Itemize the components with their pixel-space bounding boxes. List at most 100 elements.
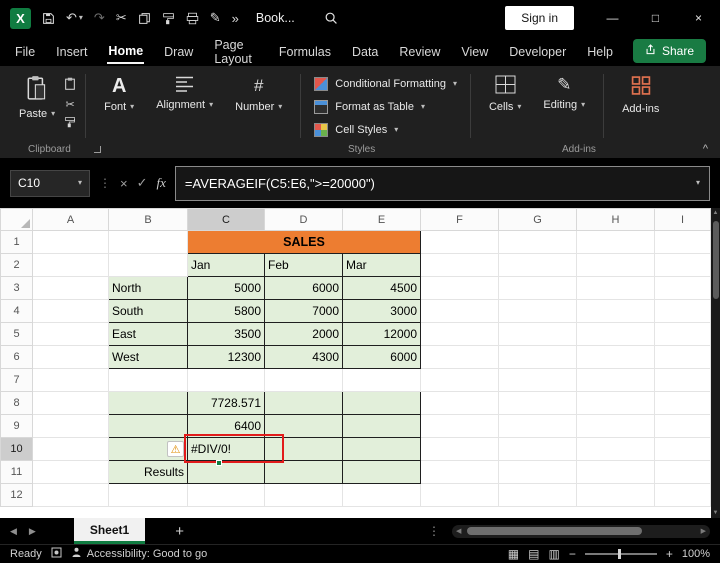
scroll-left-icon[interactable]: ◀: [456, 527, 461, 535]
row-header-2[interactable]: 2: [0, 253, 33, 277]
collapse-ribbon-chevron[interactable]: ^: [703, 143, 708, 155]
cell-I5[interactable]: [654, 322, 711, 346]
cell-A4[interactable]: [32, 299, 109, 323]
cell-D3[interactable]: 6000: [264, 276, 343, 300]
cell-A11[interactable]: [32, 460, 109, 484]
cell-H11[interactable]: [576, 460, 655, 484]
cell-I3[interactable]: [654, 276, 711, 300]
sheet-tab-sheet1[interactable]: Sheet1: [73, 518, 146, 544]
cell-F6[interactable]: [420, 345, 499, 369]
cell-I4[interactable]: [654, 299, 711, 323]
cell-B12[interactable]: [108, 483, 188, 507]
cell-B4[interactable]: South: [108, 299, 188, 323]
tab-page-layout[interactable]: Page Layout: [213, 32, 259, 70]
cell-I8[interactable]: [654, 391, 711, 415]
row-header-4[interactable]: 4: [0, 299, 33, 323]
cell-E4[interactable]: 3000: [342, 299, 421, 323]
cell-F8[interactable]: [420, 391, 499, 415]
cell-G6[interactable]: [498, 345, 577, 369]
search-icon[interactable]: [324, 11, 338, 25]
cell-C5[interactable]: 3500: [187, 322, 265, 346]
cell-G2[interactable]: [498, 253, 577, 277]
cell-I10[interactable]: [654, 437, 711, 461]
cell-D11[interactable]: [264, 460, 343, 484]
tab-view[interactable]: View: [460, 39, 489, 63]
page-layout-view-icon[interactable]: ▤: [528, 547, 539, 561]
cell-C7[interactable]: [187, 368, 265, 392]
close-button[interactable]: ×: [677, 0, 720, 36]
pen-icon[interactable]: ✎: [210, 10, 221, 26]
cell-A6[interactable]: [32, 345, 109, 369]
col-header-E[interactable]: E: [342, 208, 421, 231]
zoom-slider-thumb[interactable]: [617, 549, 621, 559]
cell-G10[interactable]: [498, 437, 577, 461]
col-header-A[interactable]: A: [32, 208, 109, 231]
cell-A8[interactable]: [32, 391, 109, 415]
sheet-nav-left-icon[interactable]: ◀: [10, 526, 17, 537]
cell-I6[interactable]: [654, 345, 711, 369]
cell-C6[interactable]: 12300: [187, 345, 265, 369]
add-ins-button[interactable]: Add-ins: [613, 72, 668, 118]
cell-B1[interactable]: [108, 230, 188, 254]
cell-E7[interactable]: [342, 368, 421, 392]
cell-C4[interactable]: 5800: [187, 299, 265, 323]
zoom-slider[interactable]: [584, 549, 657, 559]
cell-F5[interactable]: [420, 322, 499, 346]
fill-handle[interactable]: [216, 460, 222, 466]
tab-draw[interactable]: Draw: [163, 39, 194, 63]
cancel-icon[interactable]: ×: [120, 176, 128, 191]
cell-E12[interactable]: [342, 483, 421, 507]
vertical-scrollbar[interactable]: ▲ ▼: [711, 208, 720, 518]
cell-C1-sales-title[interactable]: SALES: [187, 230, 421, 254]
cell-E8[interactable]: [342, 391, 421, 415]
error-warning-icon[interactable]: ⚠: [167, 441, 184, 457]
row-header-1[interactable]: 1: [0, 230, 33, 254]
macro-record-icon[interactable]: [51, 547, 62, 561]
minimize-button[interactable]: —: [591, 0, 634, 36]
cut-icon[interactable]: ✂: [66, 98, 75, 111]
cell-G9[interactable]: [498, 414, 577, 438]
cell-G5[interactable]: [498, 322, 577, 346]
col-header-I[interactable]: I: [654, 208, 711, 231]
cell-A7[interactable]: [32, 368, 109, 392]
zoom-level[interactable]: 100%: [682, 548, 710, 560]
add-sheet-button[interactable]: +: [175, 523, 184, 540]
cell-G1[interactable]: [498, 230, 577, 254]
page-break-view-icon[interactable]: ▥: [548, 547, 559, 561]
cell-G3[interactable]: [498, 276, 577, 300]
cell-F12[interactable]: [420, 483, 499, 507]
format-painter-icon[interactable]: [64, 116, 76, 131]
row-header-6[interactable]: 6: [0, 345, 33, 369]
cell-D9[interactable]: [264, 414, 343, 438]
cell-H10[interactable]: [576, 437, 655, 461]
font-button[interactable]: A Font ▾: [95, 72, 143, 116]
alignment-button[interactable]: Alignment ▾: [147, 72, 222, 114]
sheet-nav-right-icon[interactable]: ▶: [29, 526, 36, 537]
cell-H2[interactable]: [576, 253, 655, 277]
tab-formulas[interactable]: Formulas: [278, 39, 332, 63]
cell-D10[interactable]: [264, 437, 343, 461]
clipboard-dialog-launcher-icon[interactable]: [94, 146, 101, 153]
cell-F11[interactable]: [420, 460, 499, 484]
cell-G8[interactable]: [498, 391, 577, 415]
cell-F7[interactable]: [420, 368, 499, 392]
insert-function-icon[interactable]: fx: [157, 175, 166, 191]
cell-C10-active-error[interactable]: #DIV/0!: [187, 437, 265, 461]
cell-H7[interactable]: [576, 368, 655, 392]
cell-B7[interactable]: [108, 368, 188, 392]
undo-icon[interactable]: ↶ ▾: [66, 10, 83, 26]
document-title[interactable]: Book...: [256, 11, 295, 25]
cell-C12[interactable]: [187, 483, 265, 507]
cell-I1[interactable]: [654, 230, 711, 254]
tab-data[interactable]: Data: [351, 39, 379, 63]
format-painter-icon[interactable]: [162, 12, 175, 25]
row-header-5[interactable]: 5: [0, 322, 33, 346]
vertical-scrollbar-thumb[interactable]: [713, 221, 719, 299]
row-header-7[interactable]: 7: [0, 368, 33, 392]
cell-D4[interactable]: 7000: [264, 299, 343, 323]
paste-button[interactable]: Paste ▾: [10, 72, 64, 131]
tab-help[interactable]: Help: [586, 39, 614, 63]
cell-H3[interactable]: [576, 276, 655, 300]
cell-D12[interactable]: [264, 483, 343, 507]
cell-D7[interactable]: [264, 368, 343, 392]
